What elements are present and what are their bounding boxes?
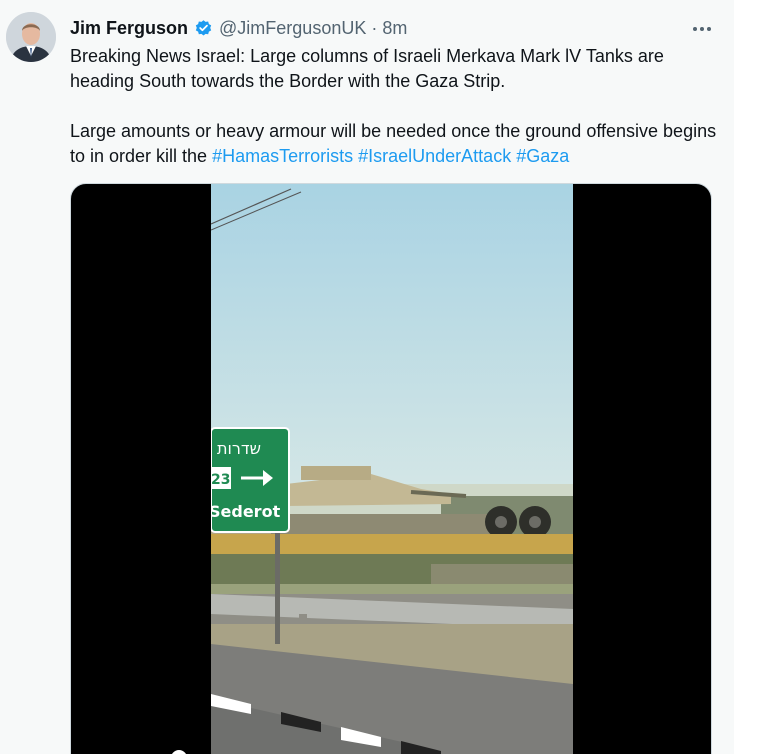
tweet-text-paragraph-1: Breaking News Israel: Large columns of I… [70,46,664,91]
timestamp[interactable]: 8m [382,18,407,39]
tweet-text: Breaking News Israel: Large columns of I… [70,44,720,169]
tweet-card[interactable]: Jim Ferguson @JimFergusonUK · 8m Breakin… [0,0,734,754]
hashtag-link[interactable]: #Gaza [516,146,569,166]
hashtag-link[interactable]: #IsraelUnderAttack [358,146,511,166]
avatar[interactable] [6,12,56,62]
video-player[interactable]: שדרות 232 Sederot [70,183,712,754]
more-horizontal-icon [692,19,712,37]
sign-city-text: Sederot [211,502,281,521]
playback-position-indicator[interactable] [171,750,187,754]
more-options-button[interactable] [690,16,714,40]
tweet-text-paragraph-2: Large amounts or heavy armour will be ne… [70,119,720,169]
hashtag-link[interactable]: #HamasTerrorists [212,146,353,166]
separator-dot: · [371,17,378,38]
author-handle[interactable]: @JimFergusonUK [219,18,366,39]
tweet-header: Jim Ferguson @JimFergusonUK · 8m [70,16,407,40]
author-name[interactable]: Jim Ferguson [70,18,188,39]
page-gutter [734,0,759,754]
verified-badge-icon [194,19,213,38]
sign-route-number: 232 [211,472,240,488]
sign-hebrew-text: שדרות [217,439,261,458]
video-frame[interactable]: שדרות 232 Sederot [211,184,573,754]
